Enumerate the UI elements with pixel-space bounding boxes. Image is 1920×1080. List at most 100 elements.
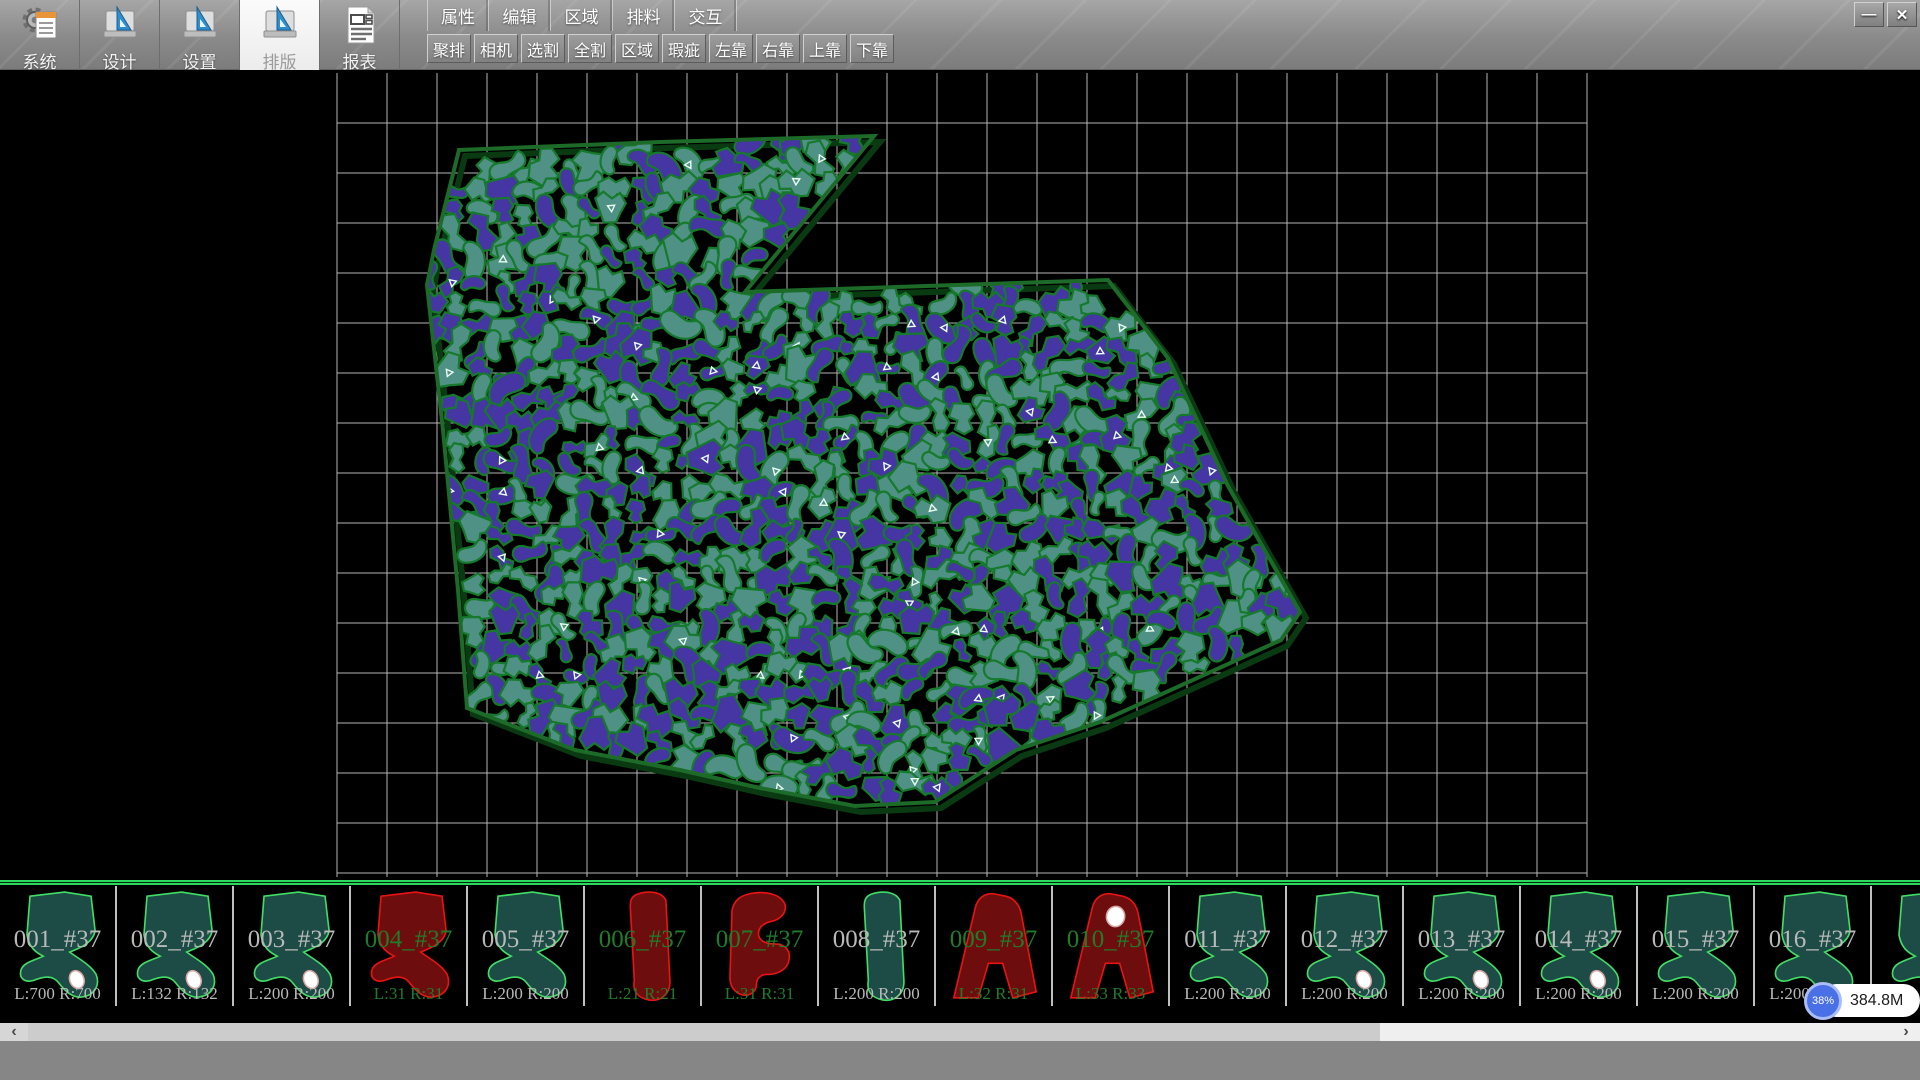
piece-id-label: 007_#37 bbox=[702, 926, 817, 954]
piece-counts-label: L:33 R:33 bbox=[1053, 984, 1168, 1004]
piece-id-label: 005_#37 bbox=[468, 926, 583, 954]
piece-id-label: 016_#37 bbox=[1755, 926, 1870, 954]
main-button-label: 报表 bbox=[343, 48, 377, 73]
piece-id-label: 003_#37 bbox=[234, 926, 349, 954]
scroll-left-button[interactable]: ‹ bbox=[0, 1023, 28, 1041]
tool-button-5[interactable]: 区域 bbox=[615, 34, 659, 63]
main-button-2[interactable]: 设计 bbox=[80, 0, 160, 70]
system-icon bbox=[18, 3, 62, 47]
menu-area: 属性编辑区域排料交互 聚排相机选割全割区域瑕疵左靠右靠上靠下靠 bbox=[427, 0, 897, 64]
memory-text: 384.8M bbox=[1850, 992, 1903, 1010]
menu-item-2[interactable]: 编辑 bbox=[489, 0, 551, 31]
tool-button-2[interactable]: 相机 bbox=[474, 34, 518, 63]
ruler-laptop-icon bbox=[184, 7, 216, 37]
piece-thumbnail-15[interactable]: 015_#37 L:200 R:200 bbox=[1638, 886, 1755, 1006]
tool-button-3[interactable]: 选割 bbox=[521, 34, 565, 63]
piece-counts-label: L:200 R:200 bbox=[1170, 984, 1285, 1004]
design-icon bbox=[178, 3, 222, 47]
piece-thumbnail-1[interactable]: 001_#37 L:700 R:700 bbox=[0, 886, 117, 1006]
menu-item-1[interactable]: 属性 bbox=[427, 0, 489, 31]
menu-row: 属性编辑区域排料交互 bbox=[427, 0, 897, 31]
piece-thumbnail-3[interactable]: 003_#37 L:200 R:200 bbox=[234, 886, 351, 1006]
tool-button-1[interactable]: 聚排 bbox=[427, 34, 471, 63]
nesting-canvas[interactable] bbox=[0, 70, 1920, 879]
piece-counts-label: L:200 R:200 bbox=[234, 984, 349, 1004]
piece-thumbnail-8[interactable]: 008_#37L:200 R:200 bbox=[819, 886, 936, 1006]
piece-id-label: 013_#37 bbox=[1404, 926, 1519, 954]
report-icon bbox=[338, 3, 382, 47]
ruler-laptop-icon bbox=[104, 7, 136, 37]
piece-id-label: 010_#37 bbox=[1053, 926, 1168, 954]
ruler-laptop-icon bbox=[264, 7, 296, 37]
menu-item-5[interactable]: 交互 bbox=[675, 0, 737, 31]
tool-button-6[interactable]: 瑕疵 bbox=[662, 34, 706, 63]
main-button-label: 排版 bbox=[263, 48, 297, 73]
main-button-4[interactable]: 排版 bbox=[240, 0, 320, 70]
piece-thumbnail-2[interactable]: 002_#37 L:132 R:132 bbox=[117, 886, 234, 1006]
piece-counts-label: L:31 R:31 bbox=[351, 984, 466, 1004]
menu-item-4[interactable]: 排料 bbox=[613, 0, 675, 31]
piece-counts-label: L:21 R:21 bbox=[585, 984, 700, 1004]
piece-id-label: 001_#37 bbox=[0, 926, 115, 954]
piece-thumbnail-12[interactable]: 012_#37 L:200 R:200 bbox=[1287, 886, 1404, 1006]
list-icon bbox=[36, 12, 56, 38]
piece-thumbnail-10[interactable]: 010_#37 L:33 R:33 bbox=[1053, 886, 1170, 1006]
tool-button-4[interactable]: 全割 bbox=[568, 34, 612, 63]
piece-thumbnail-11[interactable]: 011_#37 L:200 R:200 bbox=[1170, 886, 1287, 1006]
menu-item-3[interactable]: 区域 bbox=[551, 0, 613, 31]
piece-id-label: 009_#37 bbox=[936, 926, 1051, 954]
pieces-strip: 001_#37L:700 R:700002_#37L:132 R:132003_… bbox=[0, 886, 1920, 1023]
piece-counts-label: L:200 R:200 bbox=[1638, 984, 1753, 1004]
piece-thumbnail-4[interactable]: 004_#37 L:31 R:31 bbox=[351, 886, 468, 1006]
scrollbar-thumb[interactable] bbox=[28, 1023, 1380, 1041]
progress-circle: 38% bbox=[1804, 982, 1842, 1020]
nesting-drawing bbox=[0, 70, 1920, 879]
tool-button-10[interactable]: 下靠 bbox=[850, 34, 894, 63]
bottom-status-bar bbox=[0, 1041, 1920, 1080]
piece-id-label: 002_#37 bbox=[117, 926, 232, 954]
minimize-button[interactable]: — bbox=[1854, 2, 1884, 27]
piece-id-label: 014_#37 bbox=[1521, 926, 1636, 954]
ribbon-toolbar: 系统设计设置排版报表 属性编辑区域排料交互 聚排相机选割全割区域瑕疵左靠右靠上靠… bbox=[0, 0, 1920, 70]
piece-thumbnail-14[interactable]: 014_#37 L:200 R:200 bbox=[1521, 886, 1638, 1006]
main-button-label: 设置 bbox=[183, 48, 217, 73]
design-icon bbox=[258, 3, 302, 47]
window-controls: — ✕ bbox=[1854, 2, 1917, 27]
piece-counts-label: L:200 R:200 bbox=[1287, 984, 1402, 1004]
app-window: 系统设计设置排版报表 属性编辑区域排料交互 聚排相机选割全割区域瑕疵左靠右靠上靠… bbox=[0, 0, 1920, 1080]
design-icon bbox=[98, 3, 142, 47]
main-button-5[interactable]: 报表 bbox=[320, 0, 400, 70]
tool-button-7[interactable]: 左靠 bbox=[709, 34, 753, 63]
nested-pieces bbox=[417, 115, 1309, 810]
piece-thumbnail-5[interactable]: 005_#37 L:200 R:200 bbox=[468, 886, 585, 1006]
piece-counts-label: L:200 R:200 bbox=[1404, 984, 1519, 1004]
pieces-scrollbar[interactable]: ‹ › bbox=[0, 1023, 1920, 1041]
main-button-label: 系统 bbox=[23, 48, 57, 73]
piece-id-label: 015_#37 bbox=[1638, 926, 1753, 954]
main-button-3[interactable]: 设置 bbox=[160, 0, 240, 70]
piece-id-label: 012_#37 bbox=[1287, 926, 1402, 954]
main-button-1[interactable]: 系统 bbox=[0, 0, 80, 70]
piece-thumbnail-13[interactable]: 013_#37 L:200 R:200 bbox=[1404, 886, 1521, 1006]
report-page-icon bbox=[348, 7, 374, 43]
piece-counts-label: L:200 R:200 bbox=[468, 984, 583, 1004]
piece-counts-label: L:132 R:132 bbox=[117, 984, 232, 1004]
piece-thumbnail-7[interactable]: 007_#37 L:31 R:31 bbox=[702, 886, 819, 1006]
tool-row: 聚排相机选割全割区域瑕疵左靠右靠上靠下靠 bbox=[427, 34, 897, 64]
close-button[interactable]: ✕ bbox=[1887, 2, 1917, 27]
memory-badge: 384.8M 38% bbox=[1804, 982, 1920, 1020]
piece-thumbnail-9[interactable]: 009_#37 L:32 R:31 bbox=[936, 886, 1053, 1006]
main-button-label: 设计 bbox=[103, 48, 137, 73]
main-mode-buttons: 系统 设计 设置 排版 报表 bbox=[0, 0, 400, 70]
tool-button-9[interactable]: 上靠 bbox=[803, 34, 847, 63]
tool-button-8[interactable]: 右靠 bbox=[756, 34, 800, 63]
piece-counts-label: L:31 R:31 bbox=[702, 984, 817, 1004]
piece-id-label: 004_#37 bbox=[351, 926, 466, 954]
piece-counts-label: L:700 R:700 bbox=[0, 984, 115, 1004]
piece-counts-label: L:32 R:31 bbox=[936, 984, 1051, 1004]
scroll-right-button[interactable]: › bbox=[1892, 1023, 1920, 1041]
piece-counts-label: L:200 R:200 bbox=[1521, 984, 1636, 1004]
piece-id-label: 011_#37 bbox=[1170, 926, 1285, 954]
piece-thumbnail-6[interactable]: 006_#37 L:21 R:21 bbox=[585, 886, 702, 1006]
piece-id-label: 006_#37 bbox=[585, 926, 700, 954]
